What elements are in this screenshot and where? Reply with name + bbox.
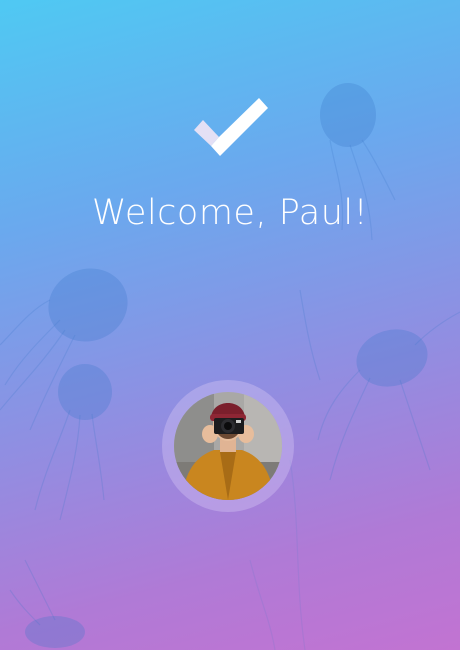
avatar <box>174 392 282 500</box>
checkmark-icon <box>194 98 268 156</box>
welcome-title: Welcome, Paul! <box>91 193 369 233</box>
welcome-screen: Welcome, Paul! <box>0 0 460 650</box>
user-photo <box>174 392 282 500</box>
